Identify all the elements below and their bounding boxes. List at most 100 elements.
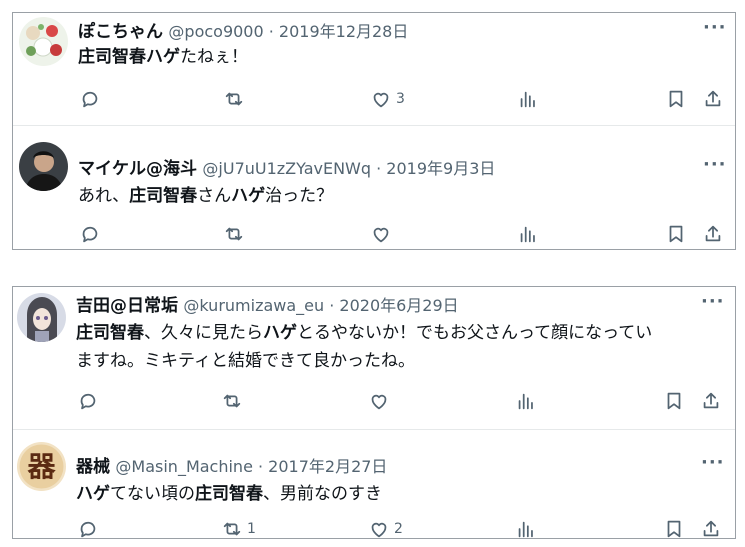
share-icon [705,225,721,242]
retweet-icon [223,522,241,536]
thread-card-2: 吉田@日常垢 @kurumizawa_eu · 2020年6月29日 ··· 庄… [12,286,736,539]
views-button[interactable] [515,517,537,541]
share-icon [703,392,719,409]
heart-icon [371,522,387,538]
avatar[interactable]: 器 [17,442,66,491]
heart-icon [371,394,387,410]
like-button[interactable]: 2 [368,517,403,541]
reply-button[interactable] [77,389,103,413]
body-text: 、久々に見たら [144,323,263,343]
tweet-text: ハゲてない頃の庄司智春、男前なのすき [76,480,382,508]
like-count: 2 [394,521,403,537]
display-name[interactable]: 器械 [76,457,110,477]
views-icon [520,91,535,108]
tweet-text: あれ、庄司智春さんハゲ治った？ [78,182,333,210]
bookmark-button[interactable] [663,389,685,413]
heart-icon [373,227,389,243]
like-button[interactable] [368,389,394,413]
handle-and-date[interactable]: @kurumizawa_eu · 2020年6月29日 [183,296,458,315]
tweet-actions: 3 [13,87,735,111]
bookmark-button[interactable] [665,222,687,246]
reply-icon [80,393,96,410]
share-button[interactable] [702,87,724,111]
thread-card-1: ぽこちゃん @poco9000 · 2019年12月28日 ··· 庄司智春ハゲ… [12,12,736,250]
retweet-button[interactable] [223,222,249,246]
share-icon [705,90,721,107]
share-button[interactable] [702,222,724,246]
tweet-header: ぽこちゃん @poco9000 · 2019年12月28日 [78,21,408,43]
like-count: 3 [396,91,405,107]
body-text: さん [197,186,232,206]
views-icon [518,393,533,410]
highlight-text: 庄司智春 [129,186,198,206]
tweet-header: 吉田@日常垢 @kurumizawa_eu · 2020年6月29日 [76,295,459,317]
reply-button[interactable] [77,517,103,541]
handle-and-date[interactable]: @jU7uU1zZYavENWq · 2019年9月3日 [202,159,495,178]
retweet-button[interactable] [223,87,249,111]
body-text: 治った？ [265,186,334,206]
views-icon [518,521,533,538]
highlight-text: ハゲ [263,323,297,343]
tweet-item[interactable]: 器 器械 @Masin_Machine · 2017年2月27日 ··· ハゲて… [13,430,735,540]
body-text: たねぇ！ [180,47,248,67]
bookmark-icon [669,225,683,243]
like-button[interactable] [370,222,396,246]
more-icon[interactable]: ··· [701,452,725,473]
handle-and-date[interactable]: @poco9000 · 2019年12月28日 [168,22,408,41]
reply-button[interactable] [79,222,105,246]
retweet-count: 1 [247,521,256,537]
share-button[interactable] [700,517,722,541]
svg-text:器: 器 [26,450,56,483]
bookmark-icon [669,90,683,108]
reply-icon [82,226,98,243]
body-text: とるやないか！でもお父さんって顔になってい [297,323,653,343]
bookmark-button[interactable] [663,517,685,541]
tweet-header: 器械 @Masin_Machine · 2017年2月27日 [76,456,387,478]
retweet-icon [223,394,241,408]
bookmark-button[interactable] [665,87,687,111]
highlight-text: ハゲ [76,484,110,504]
reply-icon [80,521,96,538]
tweet-actions: 1 2 [13,517,735,541]
avatar[interactable] [19,17,68,66]
like-button[interactable]: 3 [370,87,405,111]
body-text: あれ、 [78,186,130,206]
retweet-button[interactable] [221,389,247,413]
handle-and-date[interactable]: @Masin_Machine · 2017年2月27日 [115,457,387,476]
bookmark-icon [667,520,681,538]
reply-icon [82,91,98,108]
avatar[interactable] [17,293,66,342]
body-text: てない頃の [110,484,195,504]
reply-button[interactable] [79,87,105,111]
views-button[interactable] [517,87,539,111]
highlight-text: ハゲ [231,186,266,206]
retweet-icon [225,227,243,241]
avatar[interactable] [19,142,68,191]
display-name[interactable]: 吉田@日常垢 [76,296,178,316]
display-name[interactable]: マイケル@海斗 [78,159,197,179]
more-icon[interactable]: ··· [701,291,725,312]
tweet-item[interactable]: ぽこちゃん @poco9000 · 2019年12月28日 ··· 庄司智春ハゲ… [13,13,735,125]
highlight-text: 庄司智春ハゲ [78,47,180,67]
tweet-text: 庄司智春ハゲたねぇ！ [78,43,248,71]
highlight-text: 庄司智春 [195,484,263,504]
views-button[interactable] [517,222,539,246]
share-icon [703,520,719,537]
bookmark-icon [667,392,681,410]
display-name[interactable]: ぽこちゃん [78,22,163,42]
body-text: 、男前なのすき [263,484,382,504]
tweet-actions [13,389,735,413]
tweet-item[interactable]: 吉田@日常垢 @kurumizawa_eu · 2020年6月29日 ··· 庄… [13,287,735,429]
share-button[interactable] [700,389,722,413]
tweet-text: 庄司智春、久々に見たらハゲとるやないか！でもお父さんって顔になってい [76,319,652,347]
retweet-icon [225,92,243,106]
tweet-header: マイケル@海斗 @jU7uU1zZYavENWq · 2019年9月3日 [78,158,495,180]
more-icon[interactable]: ··· [703,154,727,175]
tweet-actions [13,222,735,246]
views-button[interactable] [515,389,537,413]
tweet-text-line-2: ますね。ミキティと結婚できて良かったね。 [76,351,415,371]
more-icon[interactable]: ··· [703,17,727,38]
retweet-button[interactable]: 1 [221,517,256,541]
heart-icon [373,92,389,108]
tweet-item[interactable]: マイケル@海斗 @jU7uU1zZYavENWq · 2019年9月3日 ···… [13,126,735,251]
